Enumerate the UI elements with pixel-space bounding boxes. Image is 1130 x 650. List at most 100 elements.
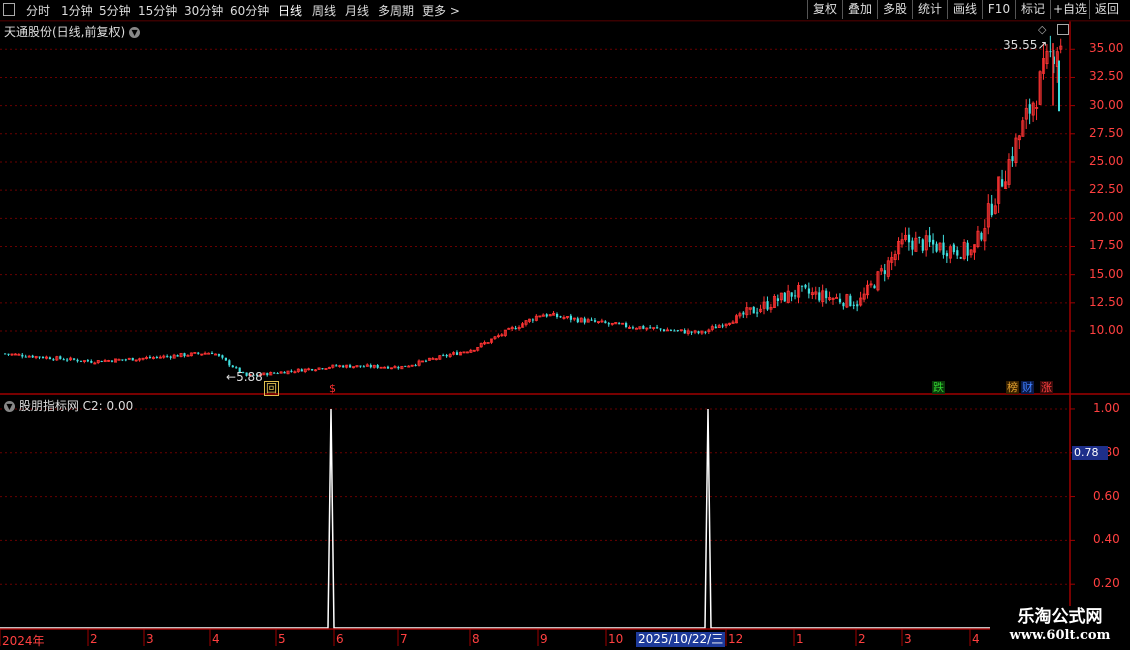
x-tick-label: 9 xyxy=(540,632,548,646)
candle-body xyxy=(24,356,27,358)
event-marker-rank[interactable]: 榜 xyxy=(1006,381,1019,394)
y-tick-label: 17.50 xyxy=(1089,238,1124,253)
x-tick-label: 3 xyxy=(904,632,912,646)
candle-body xyxy=(952,244,955,253)
candle-body xyxy=(342,365,345,368)
candle-body xyxy=(911,240,914,250)
chevron-down-icon[interactable]: ▼ xyxy=(129,27,141,38)
indicator-title[interactable]: ▼ 股朋指标网 C2: 0.00 xyxy=(4,397,133,414)
candle-body xyxy=(124,359,127,361)
candle-body xyxy=(932,239,935,245)
window-icon[interactable] xyxy=(1057,24,1069,35)
indicator-y-tick-label: 0.60 xyxy=(1093,488,1120,503)
candle-body xyxy=(673,330,676,332)
indicator-y-tick-label: 1.00 xyxy=(1093,400,1120,415)
candle-body xyxy=(90,360,93,363)
candle-body xyxy=(1049,51,1052,53)
candle-body xyxy=(445,355,448,357)
candle-body xyxy=(856,304,859,307)
watermark-title: 乐淘公式网 xyxy=(1017,607,1103,627)
candle-body xyxy=(235,367,238,369)
candle-body xyxy=(921,239,924,251)
watermark-url: www.60lt.com xyxy=(1009,628,1111,643)
candle-body xyxy=(424,360,428,362)
candle-body xyxy=(956,250,959,256)
event-marker-drop[interactable]: 跌 xyxy=(932,381,945,394)
candle-body xyxy=(852,304,855,306)
candle-body xyxy=(41,356,45,359)
candle-body xyxy=(697,331,700,334)
candle-body xyxy=(873,285,876,289)
x-tick-label: 2 xyxy=(858,632,866,646)
candle-body xyxy=(783,292,786,302)
x-tick-label: 5 xyxy=(278,632,286,646)
candle-body xyxy=(742,312,745,315)
candle-body xyxy=(311,369,314,371)
candle-body xyxy=(704,331,707,333)
x-tick-label: 8 xyxy=(472,632,480,646)
candle-body xyxy=(386,366,390,369)
indicator-y-tick-label: 0.20 xyxy=(1093,576,1120,591)
y-tick-label: 22.50 xyxy=(1089,182,1124,197)
candle-body xyxy=(455,352,459,355)
candle-body xyxy=(662,329,666,332)
candle-body xyxy=(531,319,535,321)
candle-body xyxy=(442,355,445,357)
candle-body xyxy=(110,360,114,362)
candle-body xyxy=(618,323,621,325)
candle-body xyxy=(576,318,579,323)
candle-body xyxy=(918,236,921,238)
candle-body xyxy=(776,298,779,301)
event-marker-return[interactable]: 回 xyxy=(264,381,279,396)
candle-body xyxy=(980,232,983,240)
candle-body xyxy=(176,355,179,357)
candle-body xyxy=(807,288,811,294)
candle-body xyxy=(100,360,103,363)
candle-body xyxy=(676,330,679,332)
candle-body xyxy=(321,368,324,370)
candle-body xyxy=(169,356,172,358)
candle-body xyxy=(794,295,797,297)
candle-body xyxy=(559,316,562,318)
candle-body xyxy=(31,355,34,358)
candle-body xyxy=(604,321,607,324)
x-tick-label: 4 xyxy=(212,632,220,646)
candle-body xyxy=(362,366,365,368)
candle-body xyxy=(945,253,949,257)
candle-body xyxy=(514,327,517,330)
candle-body xyxy=(290,370,293,372)
chevron-down-icon[interactable]: ▼ xyxy=(4,401,15,412)
candle-body xyxy=(276,373,279,375)
event-marker-dollar[interactable]: $ xyxy=(328,382,337,395)
candle-body xyxy=(155,356,158,358)
candle-body xyxy=(1001,179,1004,187)
candle-body xyxy=(625,323,628,328)
candle-body xyxy=(166,356,169,358)
event-marker-finance[interactable]: 财 xyxy=(1021,381,1034,394)
diamond-icon[interactable]: ◇ xyxy=(1038,23,1046,36)
y-tick-label: 32.50 xyxy=(1089,69,1124,84)
candle-body xyxy=(556,313,559,317)
y-tick-label: 15.00 xyxy=(1089,266,1124,281)
candle-body xyxy=(266,373,269,376)
candle-body xyxy=(66,359,69,361)
candle-body xyxy=(7,353,10,355)
stock-title[interactable]: 天通股份(日线,前复权) ▼ xyxy=(4,23,141,40)
candle-body xyxy=(335,365,338,367)
kline-chart-canvas[interactable] xyxy=(0,0,1130,650)
candle-body xyxy=(842,302,845,307)
candle-body xyxy=(59,356,62,359)
x-tick-label: 12 xyxy=(728,632,744,646)
event-marker-rise[interactable]: 涨 xyxy=(1040,381,1053,394)
candle-body xyxy=(959,257,962,259)
candle-body xyxy=(1028,104,1031,114)
high-value: 35.55 xyxy=(1003,38,1038,52)
candle-body xyxy=(76,359,79,362)
x-tick-label: 1 xyxy=(796,632,804,646)
candle-body xyxy=(121,359,124,361)
indicator-current-value: 0.78 xyxy=(1072,446,1108,460)
candle-body xyxy=(148,356,152,358)
candle-body xyxy=(583,318,586,323)
candle-body xyxy=(52,359,55,361)
candle-body xyxy=(825,290,828,299)
